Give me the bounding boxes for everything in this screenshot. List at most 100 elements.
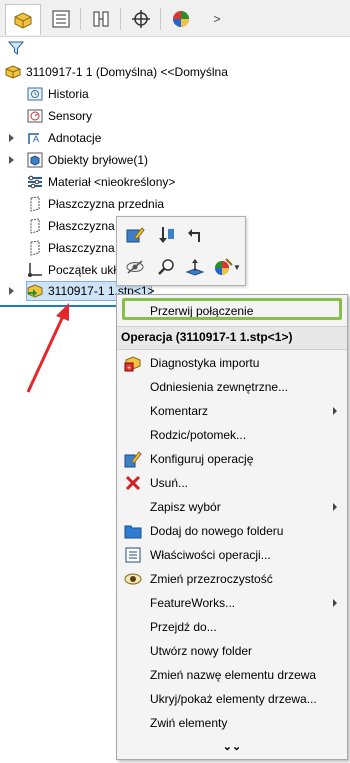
- material-icon: [26, 173, 44, 191]
- tree-item-sensory[interactable]: Sensory: [26, 106, 92, 126]
- tree-item-label: Obiekty bryłowe(1): [48, 153, 149, 167]
- appearance-dropdown[interactable]: ▼: [231, 255, 243, 279]
- expand-arrow-icon[interactable]: [9, 287, 14, 295]
- dropdown-arrow-icon: ▼: [233, 262, 241, 272]
- tree-item-historia[interactable]: Historia: [26, 84, 89, 104]
- chevron-right-icon: >: [213, 12, 221, 26]
- tab-featuremanager[interactable]: [5, 4, 41, 35]
- menu-item-import-diagnostics[interactable]: + Diagnostyka importu: [117, 351, 347, 375]
- crosshair-icon: [132, 10, 150, 28]
- properties-icon: [123, 545, 143, 565]
- menu-item-rename-tree-item[interactable]: Zmień nazwę elementu drzewa: [117, 663, 347, 687]
- context-menu-header-label: Operacja (3110917-1 1.stp<1>): [121, 330, 293, 344]
- menu-item-label: Zmień nazwę elementu drzewa: [150, 668, 317, 682]
- tree-item-obiekty-brylowe[interactable]: Obiekty bryłowe(1): [26, 150, 148, 170]
- menu-item-label: Ukryj/pokaż elementy drzewa...: [150, 692, 317, 706]
- tree-item-adnotacje[interactable]: A Adnotacje: [26, 128, 101, 148]
- sensor-icon: [26, 107, 44, 125]
- submenu-arrow-icon: [333, 503, 337, 511]
- menu-item-featureworks[interactable]: FeatureWorks...: [117, 591, 347, 615]
- menu-item-hide-show-tree-items[interactable]: Ukryj/pokaż elementy drzewa...: [117, 687, 347, 711]
- tree-item-label: Płaszczyzna: [48, 219, 115, 233]
- tree-item-plane-front[interactable]: Płaszczyzna przednia: [26, 194, 164, 214]
- tree-item-label: Płaszczyzna przednia: [48, 197, 165, 211]
- svg-text:A: A: [33, 134, 39, 144]
- submenu-arrow-icon: [333, 599, 337, 607]
- plane-icon: [26, 195, 44, 213]
- edit-feature-button[interactable]: [123, 223, 147, 247]
- featuremanager-icon: [14, 12, 32, 29]
- tree-item-label: Płaszczyzna: [48, 241, 115, 255]
- history-icon: [26, 85, 44, 103]
- context-menu-header: Operacja (3110917-1 1.stp<1>): [117, 326, 347, 350]
- tabs-scroll-right[interactable]: >: [200, 4, 234, 34]
- submenu-arrow-icon: [333, 407, 337, 415]
- undo-arrow-icon: [188, 229, 200, 242]
- menu-item-delete[interactable]: Usuń...: [117, 471, 347, 495]
- hide-eye-icon: [126, 260, 144, 274]
- manager-tabs: >: [0, 0, 350, 37]
- menu-item-create-new-folder[interactable]: Utwórz nowy folder: [117, 639, 347, 663]
- context-menu: Przerwij połączenie Operacja (3110917-1 …: [116, 294, 348, 760]
- tree-item-plane-2[interactable]: Płaszczyzna: [26, 216, 115, 236]
- tree-item-origin[interactable]: Początek ukł: [26, 260, 116, 280]
- propertymanager-icon: [52, 10, 70, 28]
- configuration-icon: [93, 11, 109, 27]
- tree-root-label: 3110917-1 1 (Domyślna) <<Domyślna: [26, 65, 228, 79]
- tree-item-label: Początek ukł: [48, 263, 117, 277]
- menu-item-save-selection[interactable]: Zapisz wybór: [117, 495, 347, 519]
- zoom-to-selection-button[interactable]: [155, 255, 179, 279]
- menu-item-label: Usuń...: [150, 476, 189, 490]
- menu-item-label: Odniesienia zewnętrzne...: [150, 380, 289, 394]
- filter-icon[interactable]: [8, 40, 24, 56]
- transparency-icon: [123, 569, 143, 589]
- menu-item-label: Zmień przezroczystość: [150, 572, 273, 586]
- rollback-button[interactable]: [155, 223, 179, 247]
- tab-displaymanager[interactable]: [164, 4, 198, 34]
- configure-icon: [123, 449, 143, 469]
- menu-expand-button[interactable]: ⌄⌄: [117, 735, 347, 759]
- tree-item-label: Sensory: [48, 109, 93, 123]
- tree-item-plane-3[interactable]: Płaszczyzna: [26, 238, 115, 258]
- menu-item-label: Dodaj do nowego folderu: [150, 524, 284, 538]
- tab-configurationmanager[interactable]: [84, 4, 118, 34]
- tab-dimxpert[interactable]: [124, 4, 158, 34]
- menu-item-add-to-new-folder[interactable]: Dodaj do nowego folderu: [117, 519, 347, 543]
- menu-item-label: Rodzic/potomek...: [150, 428, 247, 442]
- appearance-icon: [215, 258, 233, 275]
- menu-item-label: Diagnostyka importu: [150, 356, 260, 370]
- context-toolbar: ▼: [116, 216, 246, 286]
- menu-item-label: Zapisz wybór: [150, 500, 221, 514]
- tab-propertymanager[interactable]: [44, 4, 78, 34]
- parent-child-button[interactable]: [183, 223, 207, 247]
- menu-item-go-to[interactable]: Przejdź do...: [117, 615, 347, 639]
- imported-feature-icon: [26, 282, 44, 300]
- tree-item-label: Historia: [48, 87, 89, 101]
- rollback-icon: [159, 227, 174, 243]
- expand-arrow-icon[interactable]: [9, 134, 14, 142]
- tree-item-material[interactable]: Materiał <nieokreślony>: [26, 172, 175, 192]
- zoom-icon: [158, 259, 174, 275]
- double-chevron-down-icon: ⌄⌄: [222, 741, 242, 753]
- menu-item-configure-feature[interactable]: Konfiguruj operację: [117, 447, 347, 471]
- annotation-icon: A: [26, 129, 44, 147]
- normal-to-button[interactable]: [183, 255, 207, 279]
- menu-item-comment[interactable]: Komentarz: [117, 399, 347, 423]
- origin-icon: [26, 261, 44, 279]
- solid-bodies-icon: [26, 151, 44, 169]
- plane-icon: [26, 217, 44, 235]
- menu-item-label: Zwiń elementy: [150, 716, 228, 730]
- menu-item-collapse-items[interactable]: Zwiń elementy: [117, 711, 347, 735]
- expand-arrow-icon[interactable]: [9, 156, 14, 164]
- tree-item-label: Materiał <nieokreślony>: [48, 175, 176, 189]
- red-annotation-arrow: [26, 303, 69, 393]
- menu-item-feature-properties[interactable]: Właściwości operacji...: [117, 543, 347, 567]
- tree-root[interactable]: 3110917-1 1 (Domyślna) <<Domyślna: [4, 62, 228, 82]
- menu-item-parent-child[interactable]: Rodzic/potomek...: [117, 423, 347, 447]
- menu-item-label: FeatureWorks...: [150, 596, 236, 610]
- menu-item-external-references[interactable]: Odniesienia zewnętrzne...: [117, 375, 347, 399]
- menu-item-label: Utwórz nowy folder: [150, 644, 253, 658]
- menu-item-label: Przejdź do...: [150, 620, 217, 634]
- hide-button[interactable]: [123, 255, 147, 279]
- menu-item-change-transparency[interactable]: Zmień przezroczystość: [117, 567, 347, 591]
